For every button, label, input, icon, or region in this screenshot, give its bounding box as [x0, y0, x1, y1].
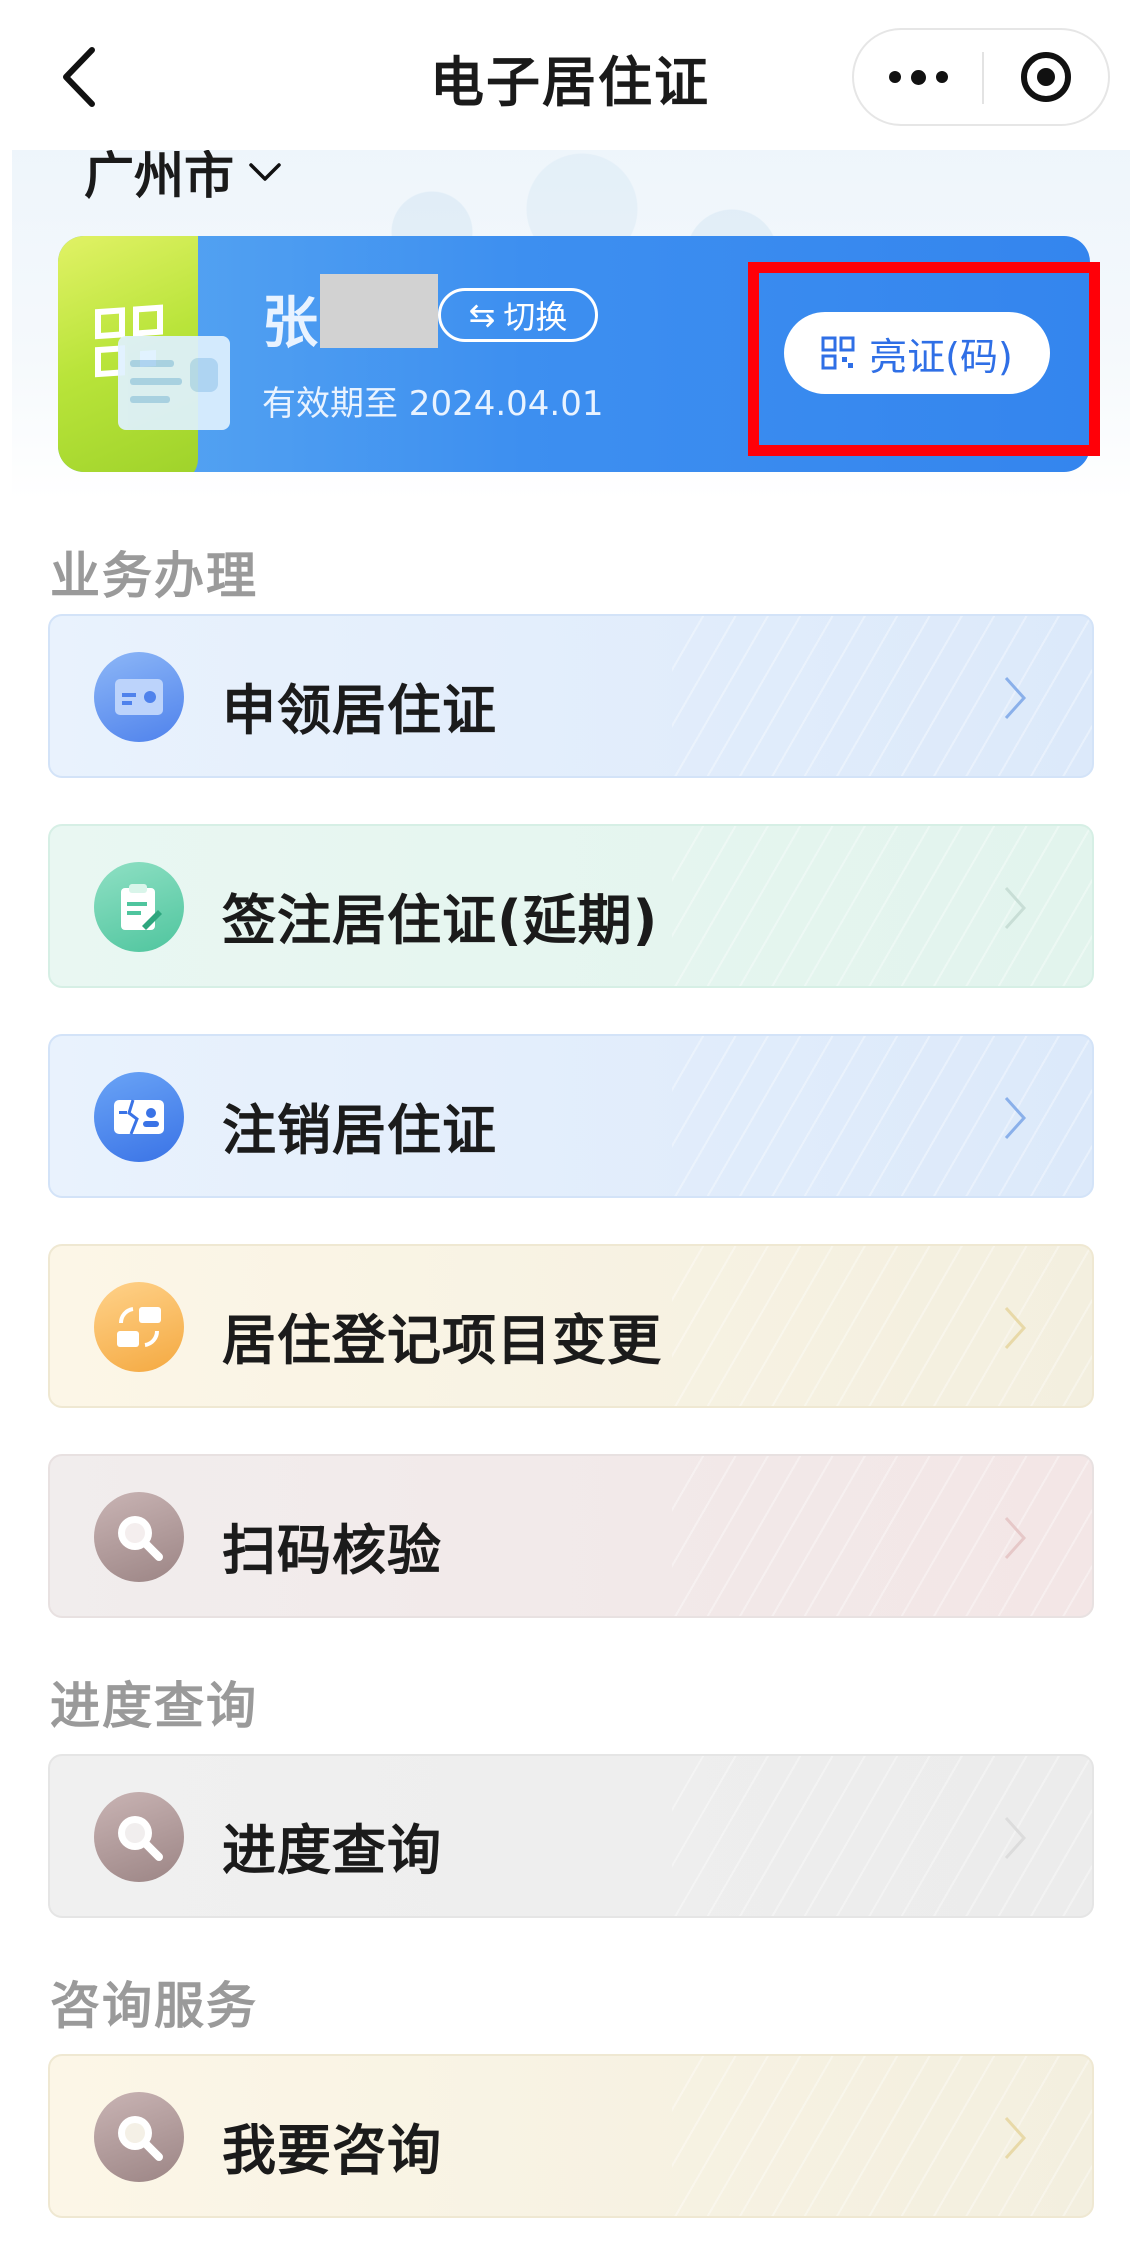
- list-item-cancel-residence-permit[interactable]: 注销居住证: [48, 1034, 1094, 1198]
- clipboard-edit-icon: [94, 862, 184, 952]
- list-item-consult[interactable]: 我要咨询: [48, 2054, 1094, 2218]
- more-button[interactable]: [854, 30, 982, 124]
- section-title-business: 业务办理: [50, 547, 258, 605]
- id-card-icon: [94, 652, 184, 742]
- chevron-right-icon: [1004, 1516, 1027, 1560]
- show-id-code-button[interactable]: 亮证(码): [784, 312, 1050, 394]
- redacted-name-block: [320, 274, 438, 348]
- swap-cards-icon: [94, 1282, 184, 1372]
- list-item-progress-query[interactable]: 进度查询: [48, 1754, 1094, 1918]
- magnifier-icon: [94, 1492, 184, 1582]
- list-item-label: 注销居住证: [222, 1099, 497, 1162]
- list-item-scan-verify[interactable]: 扫码核验: [48, 1454, 1094, 1618]
- validity-text: 有效期至 2024.04.01: [262, 384, 604, 424]
- chevron-right-icon: [1004, 1306, 1027, 1350]
- list-item-label: 进度查询: [222, 1819, 442, 1882]
- navbar: 电子居住证: [0, 0, 1140, 150]
- id-card-cancel-icon: [94, 1072, 184, 1162]
- qr-code-icon: [821, 336, 855, 370]
- list-item-label: 申领居住证: [222, 679, 497, 742]
- chevron-right-icon: [1004, 1096, 1027, 1140]
- list-item-endorse-residence-permit[interactable]: 签注居住证(延期): [48, 824, 1094, 988]
- list-item-label: 扫码核验: [222, 1519, 442, 1582]
- chevron-right-icon: [1004, 886, 1027, 930]
- swap-arrows-icon: ⇆: [468, 296, 496, 334]
- section-title-consult: 咨询服务: [50, 1977, 258, 2035]
- magnifier-icon: [94, 2092, 184, 2182]
- magnifier-icon: [94, 1792, 184, 1882]
- list-item-label: 签注居住证(延期): [222, 889, 659, 952]
- show-id-code-label: 亮证(码): [869, 334, 1013, 379]
- more-dots-icon: [888, 71, 901, 83]
- list-item-label: 我要咨询: [222, 2119, 442, 2182]
- id-card-illustration: [118, 336, 230, 430]
- mini-program-capsule: [852, 28, 1110, 126]
- switch-label: 切换: [503, 298, 568, 336]
- switch-button[interactable]: ⇆ 切换: [438, 288, 598, 342]
- list-item-label: 居住登记项目变更: [222, 1309, 662, 1372]
- section-title-progress: 进度查询: [50, 1677, 258, 1735]
- list-item-change-registration[interactable]: 居住登记项目变更: [48, 1244, 1094, 1408]
- close-button[interactable]: [984, 30, 1108, 124]
- chevron-right-icon: [1004, 1816, 1027, 1860]
- list-item-apply-residence-permit[interactable]: 申领居住证: [48, 614, 1094, 778]
- chevron-right-icon: [1004, 2116, 1027, 2160]
- holder-name: 张: [262, 291, 318, 356]
- chevron-down-icon: [249, 163, 281, 181]
- chevron-right-icon: [1004, 676, 1027, 720]
- target-circle-icon: [1021, 52, 1071, 102]
